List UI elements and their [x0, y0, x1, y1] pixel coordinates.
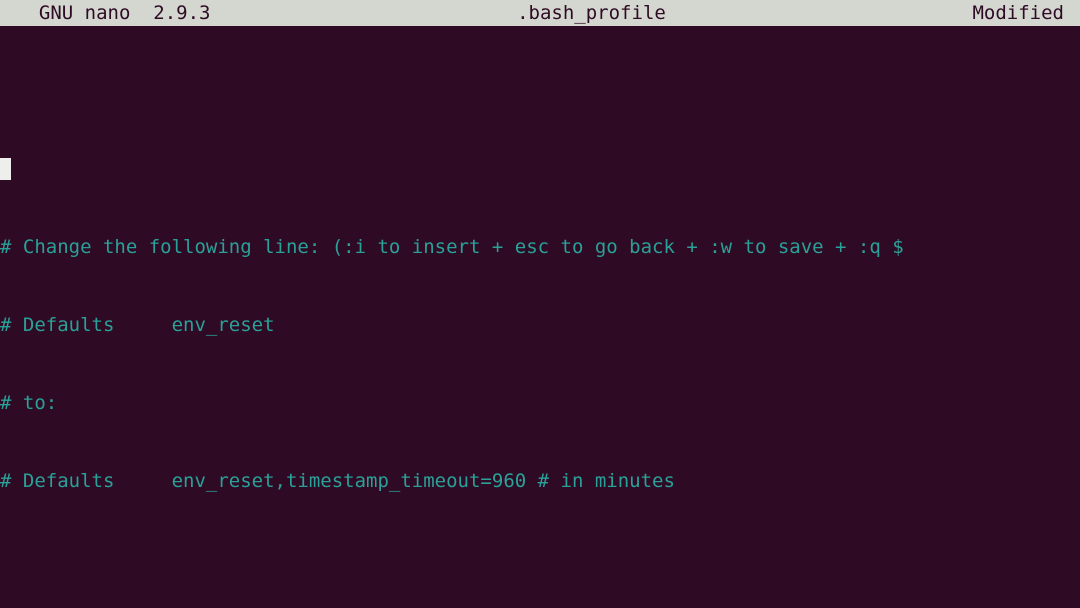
nano-titlebar: GNU nano 2.9.3 .bash_profile Modified [0, 0, 1080, 26]
editor-line: # to: [0, 390, 1080, 416]
text-cursor [0, 158, 11, 180]
editor-line [0, 156, 1080, 182]
nano-filename: .bash_profile [210, 0, 972, 26]
editor-line: # Defaults env_reset [0, 312, 1080, 338]
editor-line: # Change the following line: (:i to inse… [0, 234, 1080, 260]
nano-app-version: GNU nano 2.9.3 [2, 0, 210, 26]
nano-editor-area[interactable]: # Change the following line: (:i to inse… [0, 26, 1080, 608]
nano-modified-status: Modified [972, 0, 1078, 26]
editor-blank-row [0, 78, 1080, 104]
editor-line: # Defaults env_reset,timestamp_timeout=9… [0, 468, 1080, 494]
editor-line [0, 546, 1080, 572]
